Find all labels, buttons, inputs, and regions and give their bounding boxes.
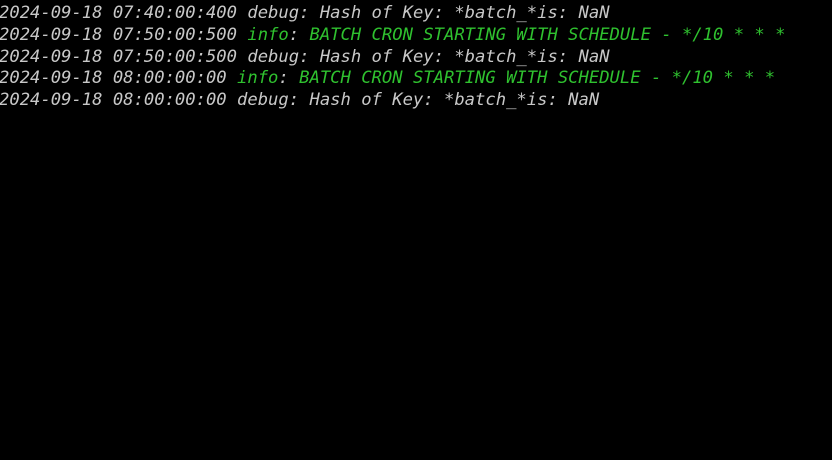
log-message: Hash of Key: *batch_*is: NaN xyxy=(309,90,600,111)
log-level: info xyxy=(247,24,289,45)
log-line-1: 2024-09-18 07:40:00:400 debug: Hash of K… xyxy=(0,3,610,23)
log-timestamp: 2024-09-18 07:50:00:500 xyxy=(0,24,237,45)
log-message: BATCH CRON STARTING WITH SCHEDULE - */10… xyxy=(299,68,776,89)
log-message: Hash of Key: *batch_*is: NaN xyxy=(319,46,610,67)
terminal-window[interactable]: 2024-09-18 07:40:00:400 debug: Hash of K… xyxy=(0,0,832,460)
log-line-2: 2024-09-18 07:50:00:500 info: BATCH CRON… xyxy=(0,24,786,45)
log-timestamp: 2024-09-18 08:00:00:00 xyxy=(0,68,227,89)
log-level: debug xyxy=(247,3,300,23)
log-line-3: 2024-09-18 07:50:00:500 debug: Hash of K… xyxy=(0,46,610,67)
log-message: BATCH CRON STARTING WITH SCHEDULE - */10… xyxy=(309,24,786,45)
log-line-5: 2024-09-18 08:00:00:00 debug: Hash of Ke… xyxy=(0,90,600,111)
log-message: Hash of Key: *batch_*is: NaN xyxy=(319,3,610,23)
log-timestamp: 2024-09-18 08:00:00:00 xyxy=(0,90,227,111)
log-level: info xyxy=(237,68,279,89)
log-level: debug xyxy=(237,90,289,111)
log-timestamp: 2024-09-18 07:40:00:400 xyxy=(0,3,237,23)
log-timestamp: 2024-09-18 07:50:00:500 xyxy=(0,46,237,67)
log-line-4: 2024-09-18 08:00:00:00 info: BATCH CRON … xyxy=(0,68,776,89)
log-level: debug xyxy=(247,46,300,67)
